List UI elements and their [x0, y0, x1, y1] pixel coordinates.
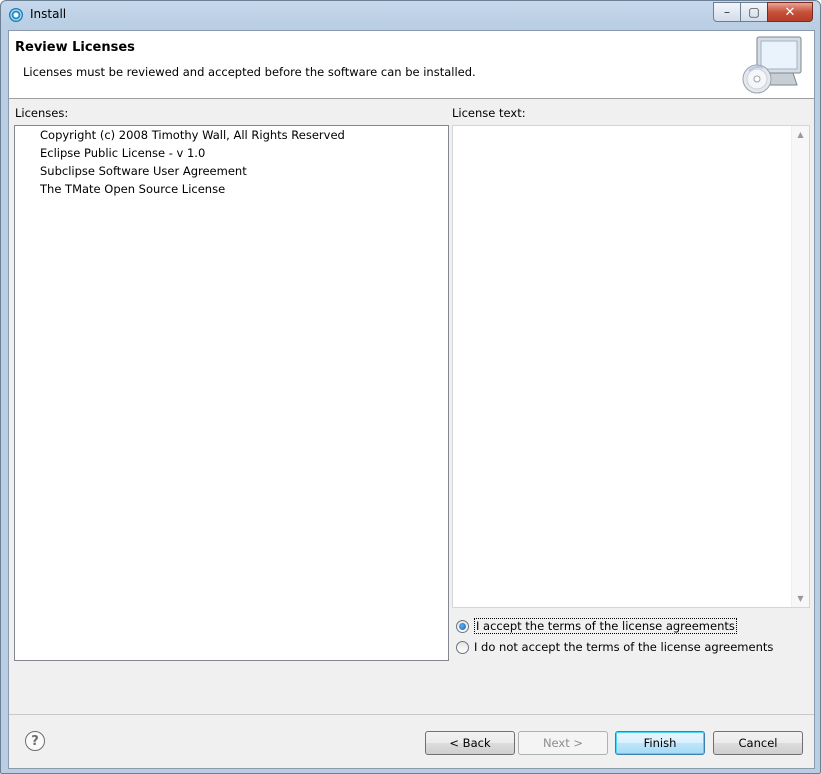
title-bar[interactable]: Install – ▢ ✕: [1, 1, 820, 29]
finish-button[interactable]: Finish: [615, 731, 705, 755]
install-window: Install – ▢ ✕ Review Licenses Licenses m…: [0, 0, 821, 774]
wizard-footer: ? < Back Next > Finish Cancel: [9, 714, 814, 769]
licenses-label: Licenses:: [15, 106, 69, 120]
list-item[interactable]: Copyright (c) 2008 Timothy Wall, All Rig…: [40, 128, 345, 142]
app-icon: [9, 8, 23, 22]
list-item[interactable]: Eclipse Public License - v 1.0: [40, 146, 205, 160]
wizard-header: Review Licenses Licenses must be reviewe…: [9, 31, 814, 99]
licenses-list[interactable]: Copyright (c) 2008 Timothy Wall, All Rig…: [14, 125, 449, 661]
close-button[interactable]: ✕: [767, 2, 813, 22]
list-item[interactable]: Subclipse Software User Agreement: [40, 164, 247, 178]
help-icon[interactable]: ?: [25, 731, 45, 751]
accept-radio-label[interactable]: I accept the terms of the license agreem…: [474, 618, 737, 634]
scroll-up-icon[interactable]: ▲: [792, 130, 809, 139]
page-title: Review Licenses: [15, 40, 135, 55]
close-icon: ✕: [784, 4, 796, 20]
back-button[interactable]: < Back: [425, 731, 515, 755]
maximize-button[interactable]: ▢: [740, 2, 768, 22]
decline-radio-row[interactable]: I do not accept the terms of the license…: [456, 639, 773, 655]
license-text-label: License text:: [452, 106, 526, 120]
license-text-scrollbar[interactable]: ▲ ▼: [791, 126, 809, 607]
minimize-button[interactable]: –: [713, 2, 741, 22]
accept-radio[interactable]: [456, 619, 469, 633]
license-text-area[interactable]: ▲ ▼: [452, 125, 810, 608]
next-button[interactable]: Next >: [518, 731, 608, 755]
window-title: Install: [30, 7, 67, 21]
computer-cd-icon: [742, 36, 802, 94]
maximize-icon: ▢: [748, 5, 760, 19]
accept-radio-row[interactable]: I accept the terms of the license agreem…: [456, 618, 737, 634]
dialog-client: Review Licenses Licenses must be reviewe…: [8, 30, 815, 769]
page-description: Licenses must be reviewed and accepted b…: [23, 65, 476, 79]
decline-radio[interactable]: [456, 640, 469, 654]
list-item[interactable]: The TMate Open Source License: [40, 182, 225, 196]
minimize-icon: –: [724, 5, 730, 19]
cancel-button[interactable]: Cancel: [713, 731, 803, 755]
scroll-down-icon[interactable]: ▼: [792, 594, 809, 603]
decline-radio-label[interactable]: I do not accept the terms of the license…: [474, 640, 773, 654]
